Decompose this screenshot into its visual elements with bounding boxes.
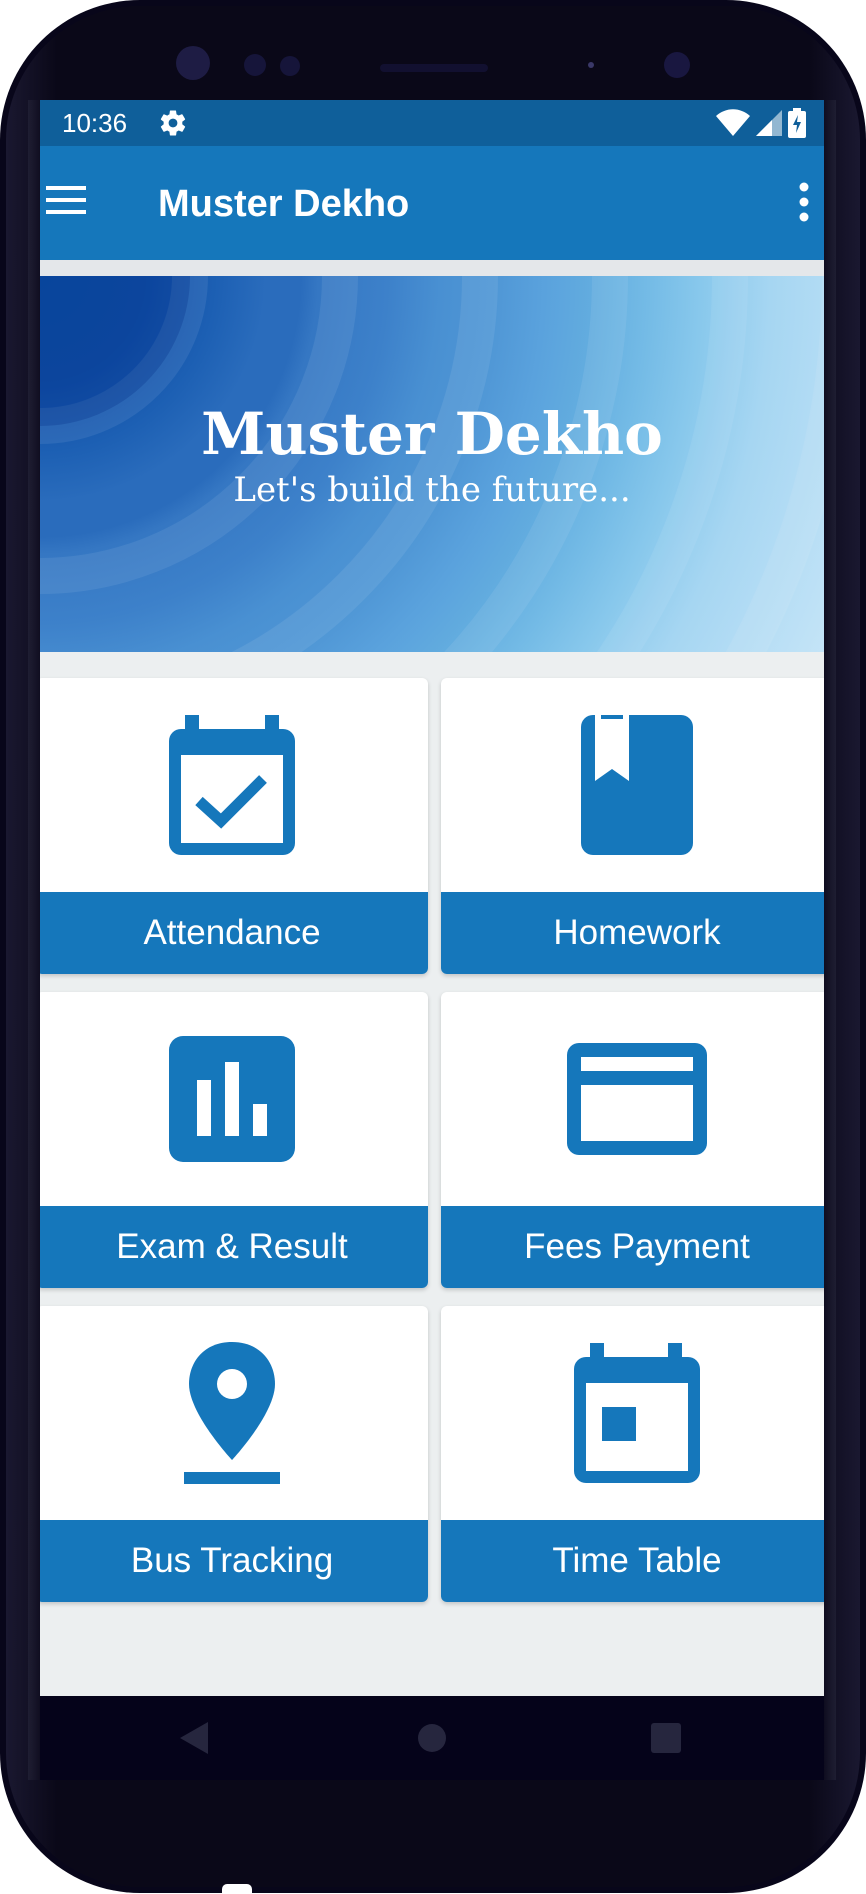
camera-lens: [176, 46, 210, 80]
tile-label: Homework: [441, 892, 824, 974]
screen-edge-shadow: [824, 100, 836, 1780]
hamburger-menu-icon[interactable]: [46, 182, 88, 218]
home-button[interactable]: [382, 1696, 482, 1780]
location-pin-icon: [184, 1342, 280, 1484]
banner-subtitle: Let's build the future...: [233, 470, 631, 510]
tile-label: Attendance: [40, 892, 428, 974]
status-icons: [716, 108, 806, 138]
divider: [40, 260, 824, 276]
tile-time-table[interactable]: Time Table: [441, 1306, 824, 1602]
cell-signal-icon: [756, 110, 782, 136]
tile-attendance[interactable]: Attendance: [40, 678, 428, 974]
hero-banner: Muster Dekho Let's build the future...: [40, 276, 824, 652]
screen: 10:36 Muster Dekho Muster Dekho Let's bu…: [40, 100, 824, 1780]
calendar-event-icon: [574, 1343, 700, 1483]
calendar-check-icon: [169, 715, 295, 855]
sensor-dot: [280, 56, 300, 76]
tile-icon-area: [441, 992, 824, 1206]
status-time: 10:36: [62, 108, 128, 138]
back-button[interactable]: [144, 1696, 244, 1780]
recents-button[interactable]: [616, 1696, 716, 1780]
sensor-dot: [588, 62, 594, 68]
book-bookmark-icon: [581, 715, 693, 855]
recents-icon: [651, 1723, 681, 1753]
bar-chart-icon: [169, 1036, 295, 1162]
tile-exam-result[interactable]: Exam & Result: [40, 992, 428, 1288]
wifi-icon: [716, 109, 750, 136]
tile-homework[interactable]: Homework: [441, 678, 824, 974]
tile-fees-payment[interactable]: Fees Payment: [441, 992, 824, 1288]
settings-gear-icon: [160, 110, 186, 136]
tile-bus-tracking[interactable]: Bus Tracking: [40, 1306, 428, 1602]
tile-icon-area: [441, 678, 824, 892]
status-bar: 10:36: [40, 100, 824, 146]
app-bar: Muster Dekho: [40, 146, 824, 260]
earpiece: [380, 64, 488, 72]
tile-label: Time Table: [441, 1520, 824, 1602]
tile-label: Exam & Result: [40, 1206, 428, 1288]
system-nav-bar: [40, 1696, 824, 1780]
tile-label: Fees Payment: [441, 1206, 824, 1288]
credit-card-icon: [567, 1043, 707, 1155]
sensor-dot: [664, 52, 690, 78]
tile-label: Bus Tracking: [40, 1520, 428, 1602]
banner-title: Muster Dekho: [201, 400, 663, 468]
back-icon: [180, 1722, 208, 1754]
screen-edge-shadow: [28, 100, 40, 1780]
app-title: Muster Dekho: [158, 183, 410, 225]
tile-icon-area: [40, 992, 428, 1206]
sensor-dot: [244, 54, 266, 76]
more-vert-icon[interactable]: [798, 182, 810, 222]
tile-icon-area: [40, 1306, 428, 1520]
home-icon: [418, 1724, 446, 1752]
tile-icon-area: [40, 678, 428, 892]
battery-charging-icon: [788, 108, 806, 138]
tile-icon-area: [441, 1306, 824, 1520]
